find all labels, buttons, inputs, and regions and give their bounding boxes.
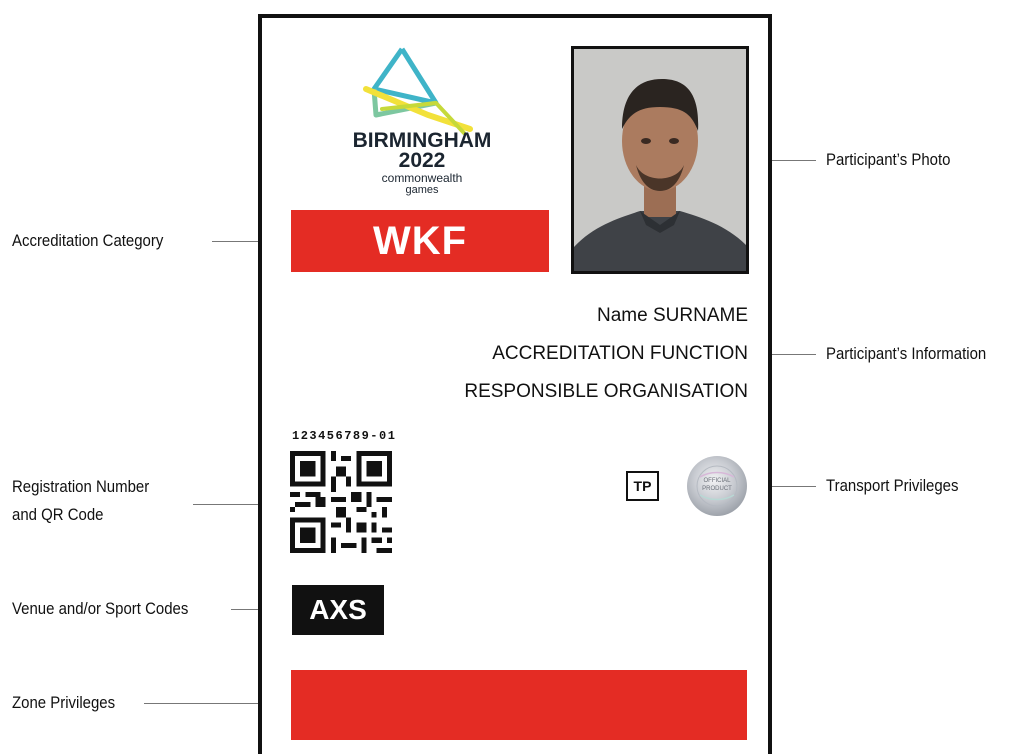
participant-portrait-icon xyxy=(574,49,746,271)
participant-name: Name SURNAME xyxy=(597,305,748,326)
accreditation-function: ACCREDITATION FUNCTION xyxy=(492,343,748,364)
transport-code-badge: TP xyxy=(626,471,659,501)
venue-code-badge: AXS xyxy=(292,585,384,635)
registration-number: 123456789-01 xyxy=(292,429,397,443)
label-zone-privileges: Zone Privileges xyxy=(12,693,116,712)
logo-line-games: games xyxy=(405,184,439,196)
label-participant-information: Participant’s Information xyxy=(826,344,987,363)
logo-line-year: 2022 xyxy=(398,149,446,172)
label-transport-privileges: Transport Privileges xyxy=(826,476,959,495)
responsible-organisation: RESPONSIBLE ORGANISATION xyxy=(464,381,748,402)
qr-code-icon xyxy=(290,451,392,553)
label-venue-sport-codes: Venue and/or Sport Codes xyxy=(12,599,189,618)
zone-privileges-bar xyxy=(291,670,747,740)
label-registration-line2: and QR Code xyxy=(12,505,104,524)
label-accreditation-category: Accreditation Category xyxy=(12,231,164,250)
participant-photo xyxy=(571,46,749,274)
hologram-text: OFFICIAL PRODUCT xyxy=(702,478,732,492)
hologram-seal: OFFICIAL PRODUCT xyxy=(686,455,748,517)
triangle-logo-mark-icon xyxy=(363,47,473,135)
birmingham-2022-logo: BIRMINGHAM 2022 commonwealth games xyxy=(352,45,492,205)
label-registration-line1: Registration Number xyxy=(12,477,150,496)
label-participant-photo: Participant’s Photo xyxy=(826,150,951,169)
accreditation-category-bar: WKF xyxy=(291,210,549,272)
